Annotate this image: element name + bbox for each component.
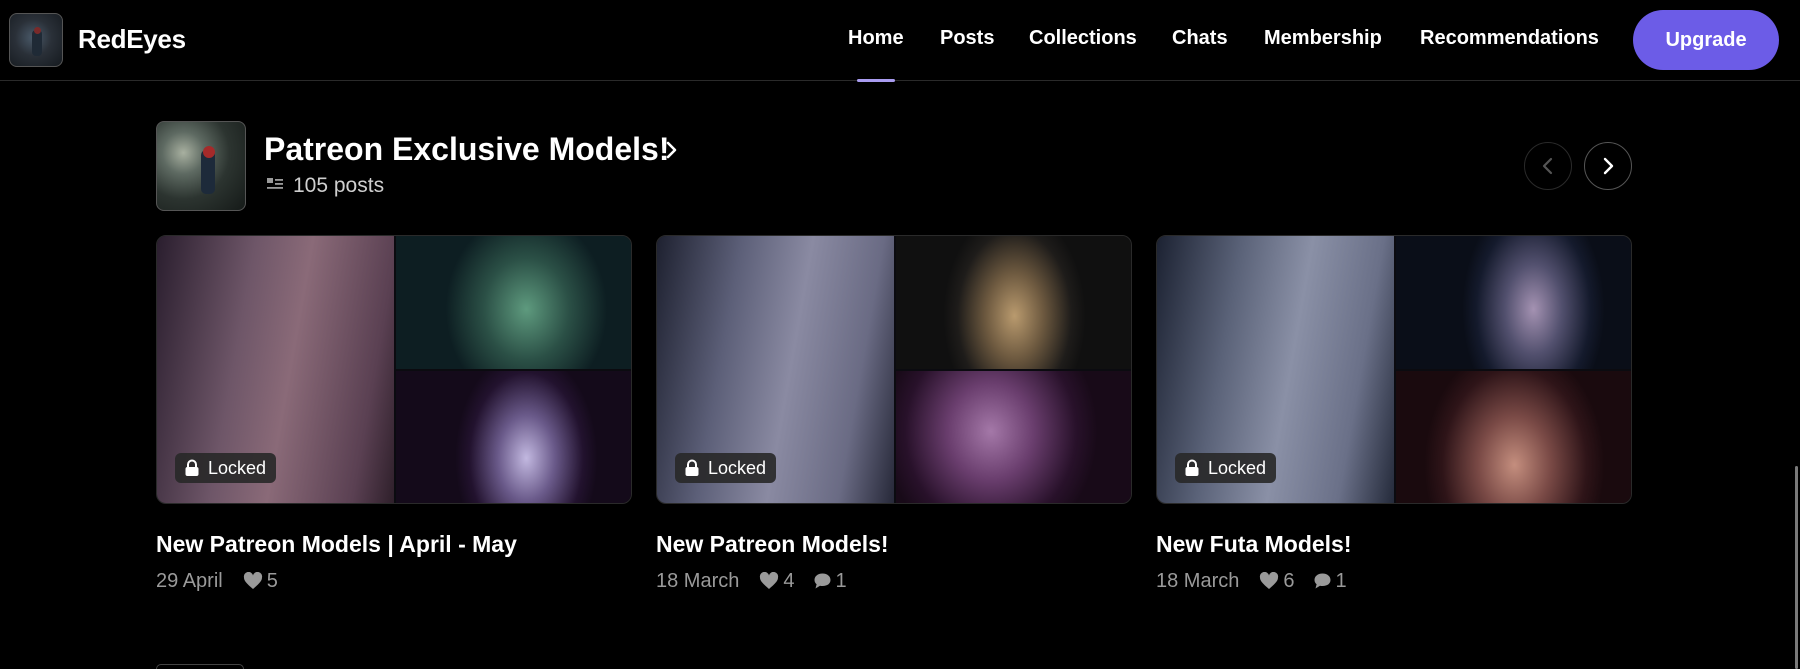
carousel-next-button[interactable] xyxy=(1584,142,1632,190)
heart-icon xyxy=(760,572,779,589)
post-title[interactable]: New Futa Models! xyxy=(1156,531,1352,558)
heart-icon xyxy=(1260,572,1279,589)
nav-collections[interactable]: Collections xyxy=(1029,27,1137,50)
collection-title[interactable]: Patreon Exclusive Models! xyxy=(264,131,669,168)
comment-icon xyxy=(814,573,830,589)
post-meta: 18 March 4 1 xyxy=(656,568,865,594)
post-preview-grid[interactable]: Locked xyxy=(656,235,1132,504)
carousel-prev-button[interactable] xyxy=(1524,142,1572,190)
locked-badge: Locked xyxy=(1175,453,1277,483)
post-date: 29 April xyxy=(156,569,223,592)
blurred-preview-image xyxy=(896,371,1131,503)
likes-value: 5 xyxy=(266,569,278,592)
likes-value: 6 xyxy=(1283,569,1295,592)
chevron-right-icon[interactable] xyxy=(664,140,680,160)
locked-label: Locked xyxy=(1208,457,1267,478)
lock-icon xyxy=(1185,459,1199,476)
posts-list-icon xyxy=(267,178,283,189)
collection-post-count: 105 posts xyxy=(293,174,385,197)
post-date: 18 March xyxy=(1156,569,1240,592)
blurred-preview-image xyxy=(1396,371,1631,503)
blurred-preview-image xyxy=(396,236,631,369)
nav-membership[interactable]: Membership xyxy=(1264,27,1382,50)
collection-thumbnail[interactable] xyxy=(156,121,246,211)
post-preview-grid[interactable]: Locked xyxy=(156,235,632,504)
post-meta: 29 April 5 xyxy=(156,568,296,594)
creator-avatar[interactable] xyxy=(9,13,63,67)
comments-value: 1 xyxy=(1335,569,1347,592)
locked-badge: Locked xyxy=(175,453,277,483)
top-nav-bar: RedEyes Home Posts Collections Chats Mem… xyxy=(0,0,1800,82)
comment-count[interactable]: 1 xyxy=(1313,570,1347,593)
like-count[interactable]: 6 xyxy=(1259,569,1295,593)
avatar-figure-head xyxy=(34,27,41,34)
nav-posts[interactable]: Posts xyxy=(940,27,994,50)
chevron-left-icon xyxy=(1542,157,1553,175)
post-card[interactable]: Locked New Futa Models! 18 March 6 1 xyxy=(1156,235,1632,592)
nav-chats[interactable]: Chats xyxy=(1172,27,1228,50)
creator-name[interactable]: RedEyes xyxy=(78,24,186,55)
next-collection-thumbnail[interactable] xyxy=(156,664,244,669)
post-title[interactable]: New Patreon Models | April - May xyxy=(156,531,517,558)
post-preview-grid[interactable]: Locked xyxy=(1156,235,1632,504)
comment-count[interactable]: 1 xyxy=(813,570,847,593)
chevron-right-icon xyxy=(1603,157,1614,175)
upgrade-button[interactable]: Upgrade xyxy=(1633,10,1779,70)
heart-icon xyxy=(243,572,262,589)
lock-icon xyxy=(685,459,699,476)
thumbnail-figure-head xyxy=(203,146,215,158)
post-card[interactable]: Locked New Patreon Models | April - May … xyxy=(156,235,632,592)
locked-label: Locked xyxy=(208,457,267,478)
blurred-preview-image xyxy=(1396,236,1631,369)
active-nav-indicator xyxy=(857,79,895,82)
blurred-preview-image xyxy=(896,236,1131,369)
post-meta: 18 March 6 1 xyxy=(1156,568,1365,594)
post-date: 18 March xyxy=(656,569,740,592)
locked-label: Locked xyxy=(708,457,767,478)
comment-icon xyxy=(1314,573,1330,589)
like-count[interactable]: 4 xyxy=(759,569,795,593)
comments-value: 1 xyxy=(835,569,847,592)
like-count[interactable]: 5 xyxy=(243,570,278,593)
likes-value: 4 xyxy=(783,569,795,592)
nav-home[interactable]: Home xyxy=(848,27,904,50)
blurred-preview-image xyxy=(396,371,631,503)
page-scrollbar[interactable] xyxy=(1795,466,1798,669)
nav-recommendations[interactable]: Recommendations xyxy=(1420,27,1599,50)
locked-badge: Locked xyxy=(675,453,777,483)
lock-icon xyxy=(185,459,199,476)
post-title[interactable]: New Patreon Models! xyxy=(656,531,889,558)
post-card[interactable]: Locked New Patreon Models! 18 March 4 1 xyxy=(656,235,1132,592)
